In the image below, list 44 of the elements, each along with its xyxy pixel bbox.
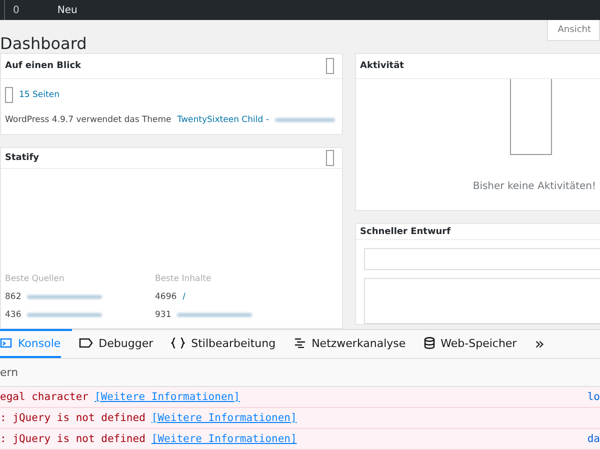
- info-link[interactable]: [Weitere Informationen]: [151, 432, 297, 445]
- devtools-tab[interactable]: Netzwerkanalyse: [294, 330, 406, 358]
- overflow-button[interactable]: »: [534, 330, 545, 358]
- braces-icon: [171, 337, 186, 349]
- widget-title: Statify: [5, 153, 40, 163]
- source-link[interactable]: lo: [587, 390, 600, 403]
- network-icon: [294, 338, 306, 348]
- devtools-tab[interactable]: Debugger: [78, 330, 154, 358]
- page-title: Dashboard: [0, 34, 87, 53]
- hit-count: 4696: [155, 292, 177, 302]
- filter-text: ern: [0, 366, 18, 379]
- error-text: egal character: [0, 390, 89, 403]
- hit-count: 931: [155, 310, 172, 320]
- tag-icon: [78, 338, 93, 348]
- theme-link[interactable]: TwentySixteen Child -: [177, 115, 269, 125]
- screen-options-button[interactable]: Ansicht: [546, 20, 600, 41]
- theme-text: WordPress 4.9.7 verwendet das Theme: [5, 115, 172, 125]
- new-link[interactable]: Neu: [57, 4, 78, 16]
- widget-title: Auf einen Blick: [5, 61, 82, 71]
- widget-title: Aktivität: [360, 61, 404, 71]
- comment-count: 0: [13, 4, 20, 16]
- page-icon: [5, 87, 13, 103]
- title-field[interactable]: [364, 248, 600, 270]
- database-icon: [424, 337, 435, 349]
- hit-count: 436: [5, 310, 22, 320]
- hit-count: 862: [5, 292, 22, 302]
- source-link[interactable]: da: [587, 432, 600, 445]
- redacted-text: [274, 118, 335, 122]
- info-link[interactable]: [Weitere Informationen]: [94, 390, 240, 403]
- column-heading: Beste Inhalte: [155, 274, 212, 284]
- toggle-icon[interactable]: [326, 58, 334, 74]
- pages-link[interactable]: 15 Seiten: [19, 90, 60, 100]
- empty-message: Bisher keine Aktivitäten!: [472, 181, 596, 192]
- info-link[interactable]: [Weitere Informationen]: [151, 412, 297, 424]
- widget-title: Schneller Entwurf: [360, 226, 451, 236]
- column-heading: Beste Quellen: [5, 274, 66, 284]
- console-icon: [0, 337, 12, 349]
- content-field[interactable]: [364, 278, 600, 324]
- error-text: : jQuery is not defined: [0, 412, 146, 424]
- devtools-tab[interactable]: Web-Speicher: [424, 330, 517, 358]
- content-link[interactable]: /: [182, 292, 186, 302]
- devtools-tab[interactable]: Stilbearbeitung: [171, 330, 276, 358]
- toggle-icon[interactable]: [326, 150, 334, 166]
- error-text: : jQuery is not defined: [0, 432, 146, 445]
